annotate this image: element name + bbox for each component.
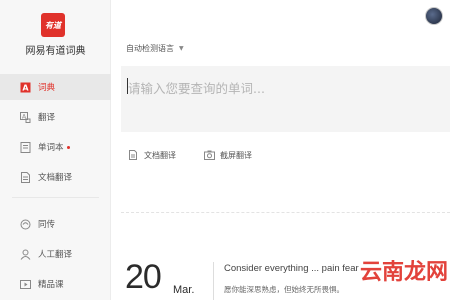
section-divider <box>121 212 450 213</box>
nav-label: 同传 <box>38 220 56 230</box>
language-label: 自动检测语言 <box>126 44 174 53</box>
watermark: 云南龙网 <box>359 260 448 285</box>
daily-date-month: Mar. <box>173 284 195 296</box>
app-logo: 有道 <box>41 13 65 37</box>
nav-item-document-translate[interactable]: 文档翻译 <box>0 164 111 190</box>
secondary-nav: 同传 人工翻译 精品课 <box>0 211 111 300</box>
human-translation-icon <box>19 248 31 260</box>
main-panel: 自动检测语言 ▼ 文档翻译 截屏翻译 20 Mar. Consider ever… <box>111 0 450 300</box>
document-icon <box>128 150 139 161</box>
search-box <box>121 66 450 132</box>
search-input[interactable] <box>121 66 450 132</box>
nav-item-translate[interactable]: A 翻译 <box>0 104 111 130</box>
courses-icon <box>19 278 31 290</box>
wordbook-icon <box>19 141 31 153</box>
nav-label: 词典 <box>38 83 56 93</box>
nav-label: 精品课 <box>38 280 64 290</box>
nav-label: 文档翻译 <box>38 173 73 183</box>
daily-quote-chinese: 愿你能深思熟虑，但始终无所畏惧。 <box>224 285 344 294</box>
document-icon <box>19 171 31 183</box>
nav-label: 单词本 <box>38 143 64 153</box>
notification-dot <box>66 145 70 149</box>
language-select[interactable]: 自动检测语言 ▼ <box>126 43 184 54</box>
app-name: 网易有道词典 <box>25 46 86 57</box>
text-cursor <box>127 78 128 94</box>
nav-divider <box>12 197 99 198</box>
nav-item-human-translation[interactable]: 人工翻译 <box>0 241 111 267</box>
doc-translate-button[interactable]: 文档翻译 <box>128 150 176 161</box>
svg-text:A: A <box>22 83 29 92</box>
daily-date-day: 20 <box>125 258 162 296</box>
camera-icon <box>204 150 215 161</box>
nav-item-interpretation[interactable]: 同传 <box>0 211 111 237</box>
user-avatar[interactable] <box>425 7 443 25</box>
primary-nav: A 词典 A 翻译 单词本 文档翻译 <box>0 74 111 194</box>
dictionary-icon: A <box>19 81 31 93</box>
daily-divider <box>213 262 214 300</box>
nav-item-dictionary[interactable]: A 词典 <box>0 74 111 100</box>
doc-translate-label: 文档翻译 <box>144 151 176 160</box>
nav-label: 人工翻译 <box>38 250 73 260</box>
translate-tools: 文档翻译 截屏翻译 <box>128 150 280 161</box>
chevron-down-icon: ▼ <box>179 45 184 52</box>
nav-label: 翻译 <box>38 113 56 123</box>
translate-icon: A <box>19 111 31 123</box>
screenshot-translate-button[interactable]: 截屏翻译 <box>204 150 252 161</box>
sidebar: 有道 网易有道词典 A 词典 A 翻译 单词本 文档翻译 同传 人工翻译 精品课 <box>0 0 111 300</box>
screenshot-translate-label: 截屏翻译 <box>220 151 252 160</box>
nav-item-courses[interactable]: 精品课 <box>0 271 111 297</box>
interpretation-icon <box>19 218 31 230</box>
nav-item-wordbook[interactable]: 单词本 <box>0 134 111 160</box>
